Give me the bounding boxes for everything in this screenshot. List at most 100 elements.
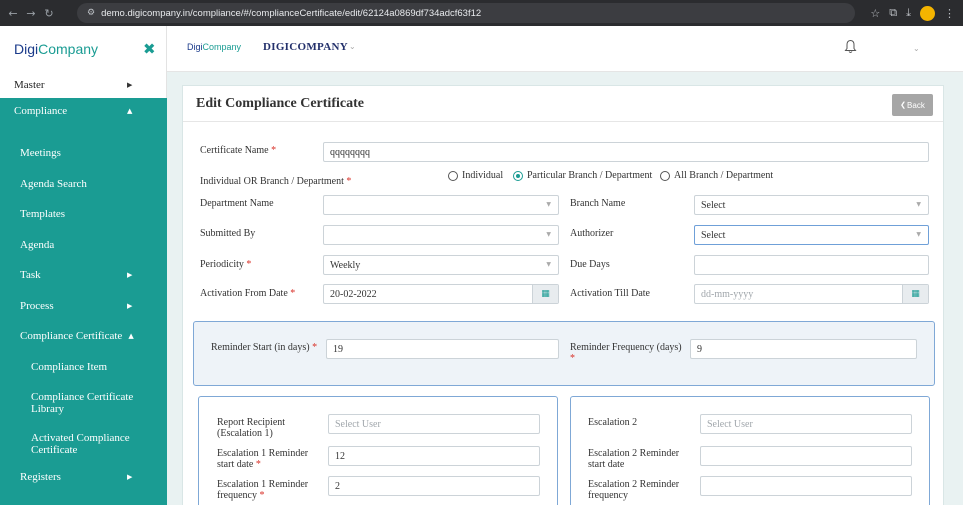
periodicity-label-text: Periodicity — [200, 259, 244, 270]
dropdown-arrow-icon: ▼ — [546, 201, 551, 208]
sidebar-item-label: Meetings — [20, 147, 61, 159]
site-info-icon[interactable]: ⚙ — [87, 8, 95, 18]
escalation-1-start-input[interactable]: 12 — [328, 446, 540, 466]
authorizer-select[interactable]: Select ▼ — [694, 225, 929, 245]
required-mark: * — [255, 459, 261, 470]
branch-name-select[interactable]: Select ▼ — [694, 195, 929, 215]
sidebar-item-task[interactable]: Task ▶ — [0, 265, 167, 285]
brand-logo[interactable]: DigiCompany — [14, 41, 98, 57]
periodicity-select[interactable]: Weekly ▼ — [323, 255, 559, 275]
dropdown-arrow-icon: ▼ — [546, 261, 551, 268]
radio-circle-icon — [448, 170, 458, 181]
sidebar-item-label: Compliance Certificate Library — [31, 391, 134, 415]
sidebar-item-compliance[interactable]: Compliance ▲ — [0, 98, 167, 124]
radio-individual[interactable]: Individual — [448, 170, 503, 181]
certificate-name-input[interactable]: qqqqqqqq — [323, 142, 929, 162]
sidebar-item-compliance-item[interactable]: Compliance Item — [0, 357, 167, 377]
sidebar-item-meetings[interactable]: Meetings — [0, 143, 167, 163]
required-mark: * — [312, 342, 318, 353]
submitted-by-select[interactable]: ▼ — [323, 225, 559, 245]
sidebar-item-label: Compliance Certificate — [20, 330, 123, 342]
radio-circle-icon — [660, 170, 670, 181]
sidebar-item-label: Task — [20, 269, 41, 281]
radio-checked-icon — [513, 170, 523, 181]
edit-certificate-card: Edit Compliance Certificate ❮ Back Certif… — [182, 85, 944, 505]
back-button[interactable]: ❮ Back — [892, 94, 933, 116]
escalation-1-frequency-label: Escalation 1 Reminder frequency * — [217, 479, 317, 501]
escalation-2-label: Escalation 2 — [588, 417, 638, 428]
chevron-up-icon: ▲ — [128, 332, 134, 340]
reminder-start-input[interactable]: 19 — [326, 339, 559, 359]
user-menu-chevron-icon[interactable]: ⌄ — [913, 44, 920, 53]
sidebar-item-label: Activated Compliance Certificate — [31, 432, 130, 456]
sidebar-item-label: Compliance Item — [31, 361, 108, 373]
activation-till-date-input[interactable]: dd-mm-yyyy ▦ — [694, 284, 929, 304]
activation-from-label: Activation From Date * — [200, 288, 295, 299]
department-name-select[interactable]: ▼ — [323, 195, 559, 215]
reminder-start-label-text: Reminder Start (in days) — [211, 342, 310, 353]
chevron-right-icon: ▶ — [127, 473, 133, 481]
chevron-down-icon[interactable]: ⌄ — [349, 42, 356, 51]
escalation-2-start-input[interactable] — [700, 446, 912, 466]
activation-till-placeholder: dd-mm-yyyy — [701, 288, 754, 300]
escalation-1-frequency-input[interactable]: 2 — [328, 476, 540, 496]
certificate-name-label: Certificate Name * — [200, 145, 276, 156]
radio-particular-branch[interactable]: Particular Branch / Department — [513, 170, 652, 181]
calendar-icon[interactable]: ▦ — [902, 285, 928, 303]
dropdown-arrow-icon: ▼ — [916, 231, 921, 238]
due-days-label: Due Days — [570, 259, 610, 270]
radio-all-branch[interactable]: All Branch / Department — [660, 170, 773, 181]
forward-arrow-icon[interactable]: → — [22, 7, 40, 20]
department-name-label: Department Name — [200, 198, 274, 209]
back-arrow-icon[interactable]: ← — [4, 7, 22, 20]
sidebar-item-process[interactable]: Process ▶ — [0, 296, 167, 316]
sidebar-item-master[interactable]: Master ▶ — [0, 72, 167, 98]
radio-label: All Branch / Department — [674, 170, 774, 181]
sidebar-item-activated-compliance-certificate[interactable]: Activated Compliance Certificate — [0, 430, 167, 458]
branch-name-label: Branch Name — [570, 198, 626, 209]
sidebar-item-agenda-search[interactable]: Agenda Search — [0, 174, 167, 194]
reminder-start-label: Reminder Start (in days) * — [211, 342, 317, 353]
reminder-frequency-label-text: Reminder Frequency (days) — [570, 342, 682, 353]
report-recipient-select[interactable]: Select User — [328, 414, 540, 434]
address-bar[interactable]: ⚙ demo.digicompany.in/compliance/#/compl… — [77, 3, 855, 23]
radio-label: Particular Branch / Department — [527, 170, 653, 181]
sidebar-item-agenda[interactable]: Agenda — [0, 235, 167, 255]
profile-avatar[interactable] — [920, 5, 935, 21]
bell-icon[interactable] — [844, 39, 857, 54]
download-icon[interactable]: ⤓ — [906, 6, 911, 20]
required-mark: * — [346, 176, 352, 187]
activation-from-date-input[interactable]: 20-02-2022 ▦ — [323, 284, 559, 304]
required-mark: * — [290, 288, 296, 299]
calendar-icon[interactable]: ▦ — [532, 285, 558, 303]
dropdown-arrow-icon: ▼ — [916, 201, 921, 208]
sidebar-item-compliance-certificate-library[interactable]: Compliance Certificate Library — [0, 389, 167, 417]
url-text: demo.digicompany.in/compliance/#/complia… — [101, 7, 482, 19]
menu-dots-icon[interactable]: ⋮ — [944, 7, 955, 20]
close-sidebar-icon[interactable]: ✖ — [143, 40, 156, 58]
report-recipient-label: Report Recipient (Escalation 1) — [217, 417, 286, 439]
periodicity-label: Periodicity * — [200, 259, 251, 270]
sidebar-item-label: Compliance — [14, 105, 68, 117]
brand-logo-part2: Company — [38, 41, 99, 57]
submitted-by-label: Submitted By — [200, 228, 256, 239]
due-days-input[interactable] — [694, 255, 929, 275]
sidebar-item-compliance-certificate[interactable]: Compliance Certificate ▲ — [0, 326, 167, 346]
certificate-name-label-text: Certificate Name — [200, 145, 269, 156]
company-name[interactable]: DIGICOMPANY — [263, 41, 348, 53]
reminder-frequency-input[interactable]: 9 — [690, 339, 917, 359]
sidebar-item-registers[interactable]: Registers ▶ — [0, 467, 167, 487]
authorizer-label: Authorizer — [570, 228, 614, 239]
required-mark: * — [259, 490, 265, 501]
reload-icon[interactable]: ↻ — [40, 7, 58, 20]
sidebar-item-templates[interactable]: Templates — [0, 204, 167, 224]
escalation-2-frequency-input[interactable] — [700, 476, 912, 496]
header-logo-part1: Digi — [187, 42, 203, 52]
escalation-2-select[interactable]: Select User — [700, 414, 912, 434]
bookmark-star-icon[interactable]: ☆ — [870, 7, 880, 20]
extensions-icon[interactable]: ⧉ — [889, 6, 897, 20]
escalation-1-start-label: Escalation 1 Reminder start date * — [217, 448, 317, 470]
header-logo[interactable]: DigiCompany — [187, 42, 241, 52]
page-title: Edit Compliance Certificate — [196, 96, 364, 111]
top-header: DigiCompany DIGICOMPANY ⌄ ⌄ — [167, 26, 963, 72]
